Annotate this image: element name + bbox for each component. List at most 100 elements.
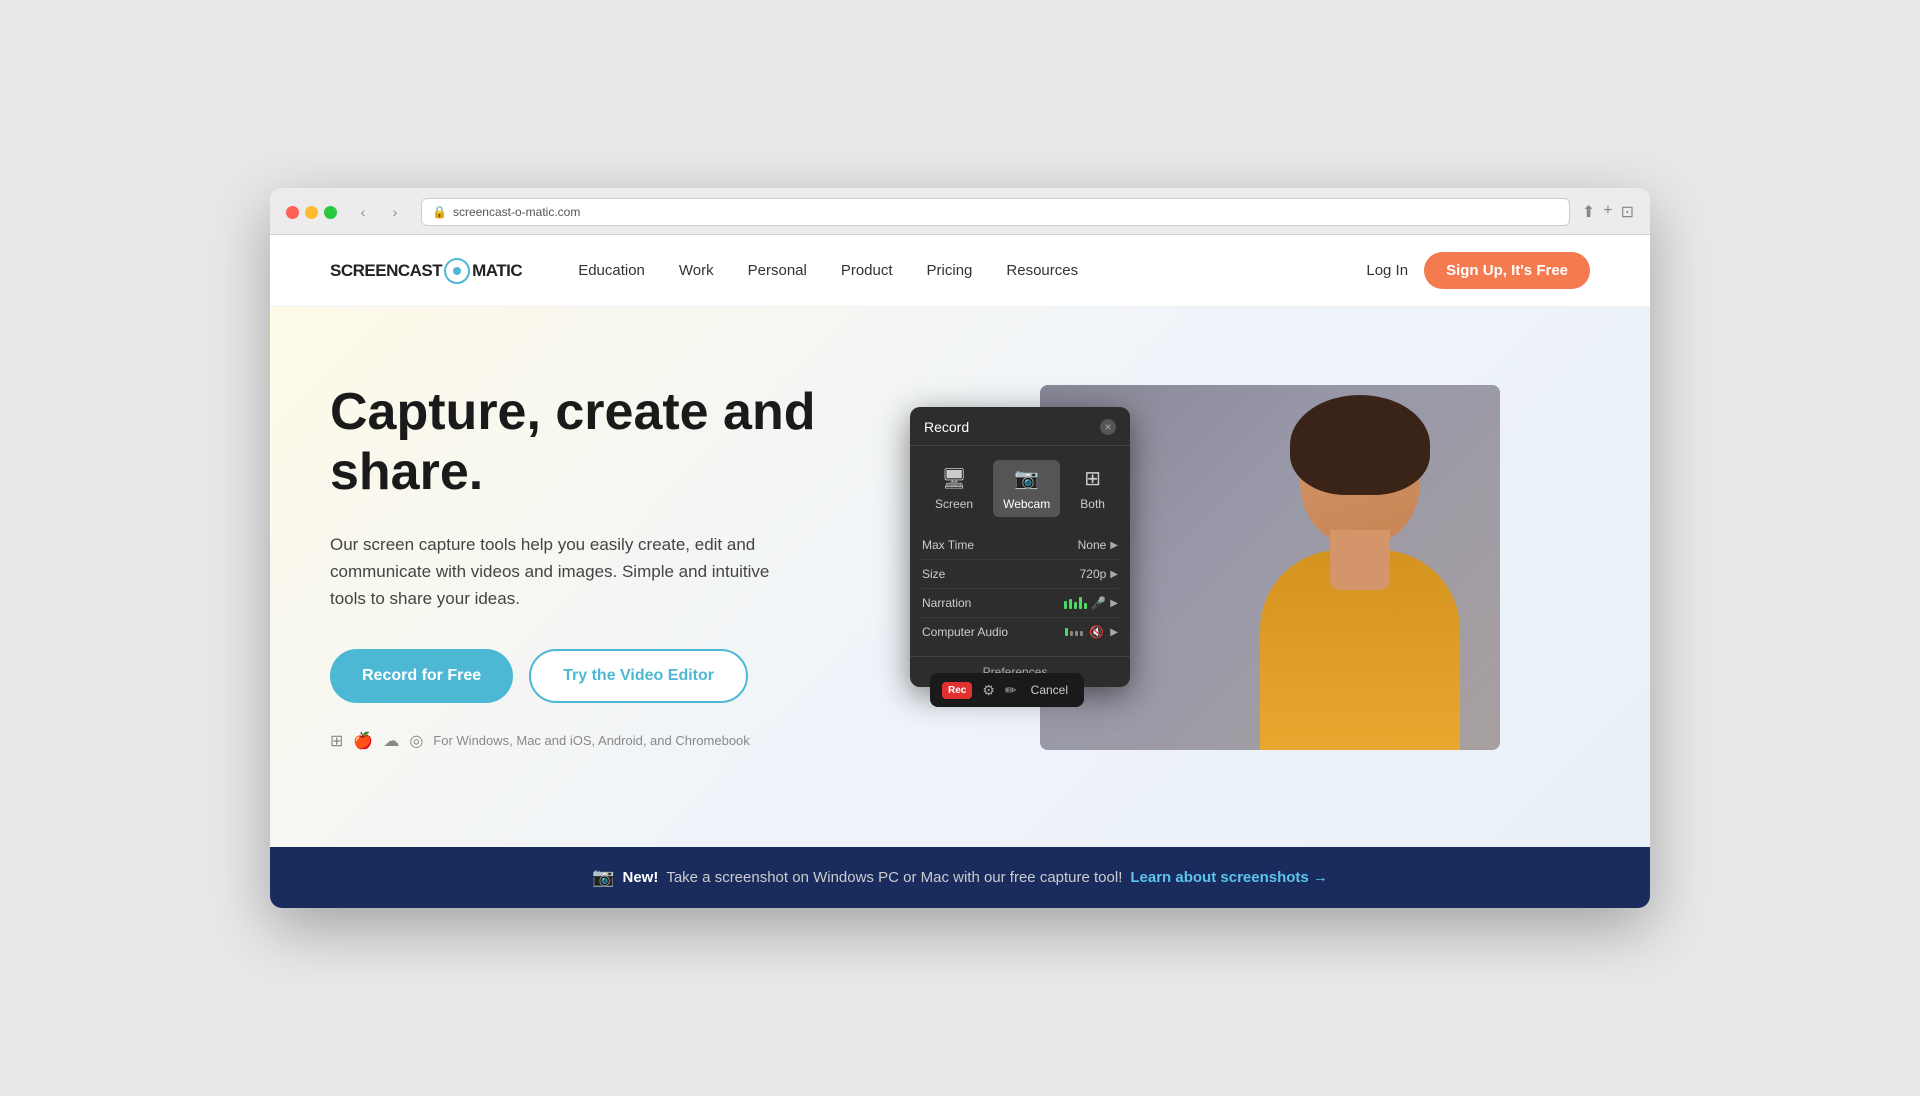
banner-text: Take a screenshot on Windows PC or Mac w… xyxy=(666,869,1122,886)
screen-label: Screen xyxy=(935,497,973,511)
logo-text-left: SCREENCAST xyxy=(330,261,442,281)
record-dialog-header: Record × xyxy=(910,407,1130,446)
max-time-arrow[interactable]: ▶ xyxy=(1110,540,1118,551)
computer-audio-label: Computer Audio xyxy=(922,625,1008,639)
record-toolbar: Rec ⚙ ✏ Cancel xyxy=(930,673,1084,707)
screen-icon: 🖥 xyxy=(941,466,966,491)
back-button[interactable]: ‹ xyxy=(349,202,377,222)
narration-row: Narration 🎤 ▶ xyxy=(922,589,1118,618)
webcam-label: Webcam xyxy=(1003,497,1050,511)
both-label: Both xyxy=(1080,497,1105,511)
rec-badge: Rec xyxy=(942,682,972,699)
platform-text: For Windows, Mac and iOS, Android, and C… xyxy=(433,733,749,748)
forward-button[interactable]: › xyxy=(381,202,409,222)
nav-item-education[interactable]: Education xyxy=(562,254,661,287)
minimize-window-button[interactable] xyxy=(305,206,318,219)
mute-icon[interactable]: 🔇 xyxy=(1089,625,1104,639)
logo-icon xyxy=(444,258,470,284)
hero-title: Capture, create and share. xyxy=(330,383,890,503)
cbar-1 xyxy=(1065,628,1068,636)
narration-level xyxy=(1064,597,1087,609)
try-video-editor-button[interactable]: Try the Video Editor xyxy=(529,649,748,703)
windows-icon: ⊞ xyxy=(330,731,343,751)
max-time-row: Max Time None ▶ xyxy=(922,531,1118,560)
sidebar-icon[interactable]: ⊡ xyxy=(1621,202,1634,222)
size-label: Size xyxy=(922,567,945,581)
hero-section: Capture, create and share. Our screen ca… xyxy=(270,307,1650,847)
logo-text-right: MATIC xyxy=(472,261,522,281)
share-icon[interactable]: ⬆ xyxy=(1582,202,1595,222)
nbar-4 xyxy=(1079,597,1082,609)
cbar-3 xyxy=(1075,631,1078,636)
max-time-value: None ▶ xyxy=(1078,538,1118,552)
signup-button[interactable]: Sign Up, It's Free xyxy=(1424,252,1590,289)
hero-buttons: Record for Free Try the Video Editor xyxy=(330,649,890,703)
nav-item-pricing[interactable]: Pricing xyxy=(911,254,989,287)
chromebook-icon: ◎ xyxy=(409,731,423,751)
camera-icon: 📷 xyxy=(592,867,614,888)
narration-arrow[interactable]: ▶ xyxy=(1110,598,1118,609)
size-row: Size 720p ▶ xyxy=(922,560,1118,589)
microphone-icon[interactable]: 🎤 xyxy=(1091,596,1106,610)
record-dialog: Record × 🖥 Screen 📷 Webcam ⊞ xyxy=(910,407,1130,687)
logo[interactable]: SCREENCAST MATIC xyxy=(330,258,522,284)
size-value: 720p ▶ xyxy=(1080,567,1118,581)
record-mode-buttons: 🖥 Screen 📷 Webcam ⊞ Both xyxy=(910,446,1130,527)
max-time-val: None xyxy=(1078,538,1107,552)
nbar-3 xyxy=(1074,602,1077,609)
cbar-4 xyxy=(1080,631,1083,636)
traffic-lights xyxy=(286,206,337,219)
banner-new-label: New! xyxy=(622,869,658,886)
narration-controls: 🎤 ▶ xyxy=(1064,596,1118,610)
webcam-icon: 📷 xyxy=(1014,466,1039,491)
max-time-label: Max Time xyxy=(922,538,974,552)
logo-dot xyxy=(453,267,461,275)
nbar-1 xyxy=(1064,601,1067,609)
both-mode-button[interactable]: ⊞ Both xyxy=(1070,460,1115,517)
page-content: SCREENCAST MATIC Education Work Personal… xyxy=(270,235,1650,908)
nbar-5 xyxy=(1084,603,1087,609)
record-dialog-close-button[interactable]: × xyxy=(1100,419,1116,435)
nbar-2 xyxy=(1069,599,1072,609)
address-bar[interactable]: 🔒 screencast-o-matic.com xyxy=(421,198,1570,226)
computer-audio-arrow[interactable]: ▶ xyxy=(1110,627,1118,638)
screen-mode-button[interactable]: 🖥 Screen xyxy=(925,460,983,517)
learn-screenshots-link[interactable]: Learn about screenshots → xyxy=(1130,869,1328,886)
platform-info: ⊞ 🍎 ☁ ◎ For Windows, Mac and iOS, Androi… xyxy=(330,731,890,751)
size-val: 720p xyxy=(1080,567,1107,581)
navbar: SCREENCAST MATIC Education Work Personal… xyxy=(270,235,1650,307)
url-text: screencast-o-matic.com xyxy=(453,205,580,219)
hero-right: Record × 🖥 Screen 📷 Webcam ⊞ xyxy=(950,367,1590,767)
settings-icon[interactable]: ⚙ xyxy=(982,682,995,699)
computer-audio-row: Computer Audio 🔇 ▶ xyxy=(922,618,1118,646)
nav-actions: Log In Sign Up, It's Free xyxy=(1366,252,1590,289)
browser-window: ‹ › 🔒 screencast-o-matic.com ⬆ + ⊡ SCREE… xyxy=(270,188,1650,908)
narration-label: Narration xyxy=(922,596,971,610)
computer-audio-controls: 🔇 ▶ xyxy=(1065,625,1118,639)
close-window-button[interactable] xyxy=(286,206,299,219)
record-for-free-button[interactable]: Record for Free xyxy=(330,649,513,703)
cloud-icon: ☁ xyxy=(383,731,399,751)
hero-subtitle: Our screen capture tools help you easily… xyxy=(330,531,810,613)
both-icon: ⊞ xyxy=(1084,466,1101,491)
apple-icon: 🍎 xyxy=(353,731,373,751)
size-arrow[interactable]: ▶ xyxy=(1110,569,1118,580)
announcement-banner: 📷 New! Take a screenshot on Windows PC o… xyxy=(270,847,1650,908)
nav-item-product[interactable]: Product xyxy=(825,254,909,287)
cancel-record-button[interactable]: Cancel xyxy=(1027,681,1072,699)
nav-item-resources[interactable]: Resources xyxy=(990,254,1094,287)
nav-links: Education Work Personal Product Pricing … xyxy=(562,254,1366,287)
computer-audio-level xyxy=(1065,628,1083,636)
fullscreen-window-button[interactable] xyxy=(324,206,337,219)
nav-item-work[interactable]: Work xyxy=(663,254,730,287)
add-tab-icon[interactable]: + xyxy=(1603,202,1612,222)
record-dialog-title: Record xyxy=(924,419,969,435)
browser-chrome: ‹ › 🔒 screencast-o-matic.com ⬆ + ⊡ xyxy=(270,188,1650,235)
cbar-2 xyxy=(1070,631,1073,636)
edit-icon[interactable]: ✏ xyxy=(1005,682,1017,699)
security-icon: 🔒 xyxy=(432,205,447,219)
login-button[interactable]: Log In xyxy=(1366,262,1408,279)
hero-left: Capture, create and share. Our screen ca… xyxy=(330,383,890,750)
nav-item-personal[interactable]: Personal xyxy=(732,254,823,287)
webcam-mode-button[interactable]: 📷 Webcam xyxy=(993,460,1060,517)
